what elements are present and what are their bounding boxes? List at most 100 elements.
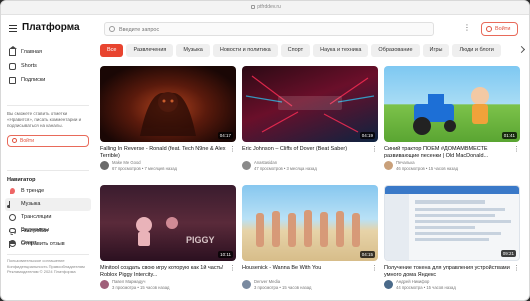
top-header: Платформа ⋮ Войти (1, 15, 529, 43)
channel-name[interactable]: Павел Мармадуч (112, 279, 145, 284)
chip-entertainment[interactable]: Развлечения (126, 44, 174, 57)
video-title[interactable]: Falling In Reverse - Ronald (feat. Tech … (100, 146, 236, 159)
thumbnail-art (256, 210, 360, 247)
thumbnail-art (385, 186, 519, 260)
sidebar-item-music[interactable]: Музыка (5, 198, 91, 211)
gear-icon (9, 228, 16, 235)
video-card[interactable]: 04:17 Falling In Reverse - Ronald (feat.… (100, 66, 236, 178)
sidebar-item-label: Музыка (21, 201, 41, 207)
url-text: ptfrddev.ru (257, 4, 281, 10)
channel-avatar[interactable] (100, 280, 109, 289)
fire-icon (10, 188, 15, 194)
category-chips: Все Развлечения Музыка Новости и политика Сп… (100, 44, 529, 57)
video-duration: 04:15 (359, 251, 375, 258)
more-vert-icon[interactable]: ⋮ (371, 265, 378, 272)
sidebar-item-shorts[interactable]: Shorts (5, 60, 91, 73)
video-duration: 09:21 (500, 250, 516, 257)
video-thumbnail[interactable]: 09:21 (384, 185, 520, 261)
video-card[interactable]: 09:21 Получение токена для управления ус… (384, 185, 520, 297)
more-icon[interactable]: ⋮ (463, 23, 471, 33)
more-vert-icon[interactable]: ⋮ (229, 265, 236, 272)
video-duration: 04:19 (359, 132, 375, 139)
video-thumbnail[interactable]: 04:17 (100, 66, 236, 142)
sidebar-item-label: Shorts (21, 63, 37, 69)
chip-news[interactable]: Новости и политика (212, 44, 278, 57)
more-vert-icon[interactable]: ⋮ (513, 146, 520, 153)
thumbnail-art (140, 92, 196, 136)
video-card[interactable]: 04:19 Eric Johnson – Cliffs of Dover (Be… (242, 66, 378, 178)
video-title[interactable]: Синий трактор ПОЁМ #ДОМАМВМЕСТЕ развиваю… (384, 146, 520, 159)
video-card[interactable]: 01:41 Синий трактор ПОЁМ #ДОМАМВМЕСТЕ ра… (384, 66, 520, 178)
more-vert-icon[interactable]: ⋮ (371, 146, 378, 153)
chip-music[interactable]: Музыка (176, 44, 210, 57)
channel-avatar[interactable] (242, 161, 251, 170)
login-button-label: Войти (495, 26, 511, 32)
sidebar-item-live[interactable]: Трансляции (5, 211, 91, 224)
video-title[interactable]: Получение токена для управления устройст… (384, 265, 520, 278)
sidebar-item-trending[interactable]: В тренде (5, 185, 91, 198)
more-vert-icon[interactable]: ⋮ (513, 265, 520, 272)
chip-science[interactable]: Наука и техника (313, 44, 369, 57)
sidebar-login-button[interactable]: Войти (7, 135, 89, 147)
address-bar[interactable]: ptfrddev.ru (1, 4, 529, 10)
thumbnail-art: PIGGY (136, 217, 215, 246)
login-button[interactable]: Войти (481, 22, 518, 36)
sidebar-item-home[interactable]: Главная (5, 46, 91, 59)
chip-all[interactable]: Все (100, 44, 124, 57)
home-icon (9, 46, 17, 56)
video-stats: 46 просмотров • 15 часов назад (396, 166, 459, 171)
channel-avatar[interactable] (100, 161, 109, 170)
channel-name[interactable]: Denver Media (254, 279, 280, 284)
lock-icon (251, 5, 256, 9)
user-icon (486, 26, 492, 32)
video-card[interactable]: PIGGY 10:11 Minitool создать свою игру к… (100, 185, 236, 297)
channel-name[interactable]: Андрей Никифор (396, 279, 429, 284)
video-stats: 3 просмотра • 15 часов назад (112, 285, 170, 290)
site-logo[interactable]: Платформа (22, 22, 80, 33)
video-meta: Make Me Good 67 просмотров • 7 месяцев н… (100, 160, 236, 174)
channel-name[interactable]: Make Me Good (112, 160, 141, 165)
video-duration: 10:11 (218, 251, 233, 258)
shorts-icon (9, 63, 16, 70)
video-duration: 01:41 (501, 132, 517, 139)
sidebar-item-feedback[interactable]: Отправить отзыв (5, 238, 91, 251)
channel-name[interactable]: Печалька (396, 160, 415, 165)
sidebar-item-label: Трансляции (21, 214, 52, 220)
channel-name[interactable]: Anastasidan (254, 160, 277, 165)
channel-avatar[interactable] (242, 280, 251, 289)
video-thumbnail[interactable]: 01:41 (384, 66, 520, 142)
chip-people[interactable]: Люди и блоги (452, 44, 501, 57)
channel-avatar[interactable] (384, 161, 393, 170)
sidebar-divider (7, 105, 89, 106)
video-thumbnail[interactable]: 04:19 (242, 66, 378, 142)
video-stats: 3 просмотра • 15 часов назад (254, 285, 312, 290)
sidebar-item-subscriptions[interactable]: Подписки (5, 74, 91, 87)
video-stats: 47 просмотров • 3 месяца назад (254, 166, 317, 171)
sidebar-item-settings[interactable]: Настройки (5, 225, 91, 238)
navigator-heading: Навигатор (7, 177, 36, 183)
music-icon (7, 201, 14, 208)
chip-sport[interactable]: Спорт (280, 44, 311, 57)
video-card[interactable]: 04:15 Housenick - Wanna Be With You ⋮ De… (242, 185, 378, 297)
chip-games[interactable]: Игры (422, 44, 450, 57)
video-title[interactable]: Housenick - Wanna Be With You (242, 265, 378, 272)
channel-avatar[interactable] (384, 280, 393, 289)
sidebar-item-label: Отправить отзыв (21, 241, 65, 247)
thumbnail-art (413, 87, 489, 135)
video-duration: 04:17 (217, 132, 233, 139)
sidebar-item-label: Подписки (21, 77, 46, 83)
sidebar-divider (7, 254, 89, 255)
browser-window: ptfrddev.ru Платформа ⋮ Войти Главная Sh… (0, 0, 530, 301)
search-input[interactable] (119, 24, 419, 35)
video-thumbnail[interactable]: PIGGY 10:11 (100, 185, 236, 261)
search-box[interactable] (104, 22, 434, 36)
sidebar-item-label: Настройки (21, 228, 48, 234)
menu-icon[interactable] (9, 25, 17, 32)
more-vert-icon[interactable]: ⋮ (229, 146, 236, 153)
video-title[interactable]: Eric Johnson – Cliffs of Dover (Beat Sab… (242, 146, 378, 153)
video-title[interactable]: Minitool создать свою игру которую как 1… (100, 265, 236, 278)
sidebar-item-label: Главная (21, 49, 42, 55)
chip-education[interactable]: Образование (371, 44, 420, 57)
live-icon (9, 214, 16, 221)
video-thumbnail[interactable]: 04:15 (242, 185, 378, 261)
